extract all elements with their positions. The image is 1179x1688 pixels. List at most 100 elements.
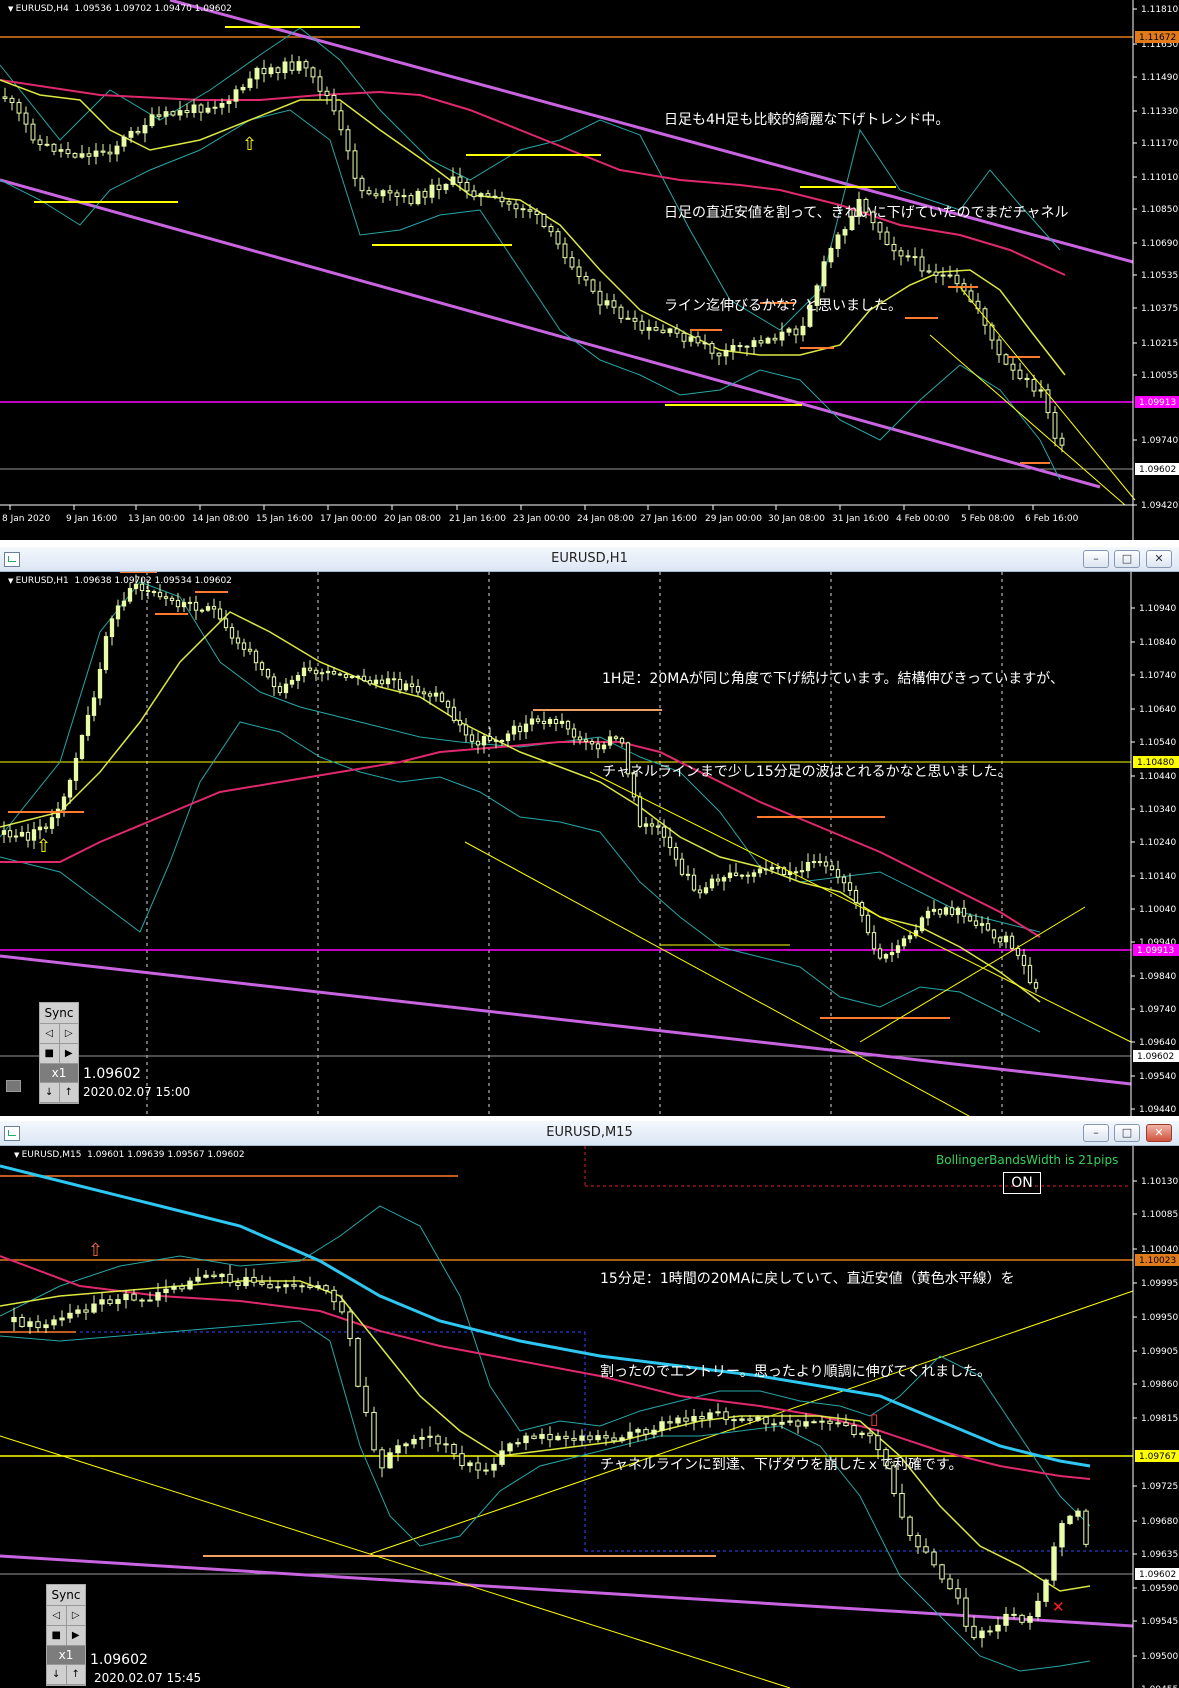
- candle: [131, 1289, 137, 1302]
- candle: [559, 713, 565, 728]
- h4-price-label: 1.10690: [1141, 239, 1178, 249]
- h1-price-label: 1.09640: [1139, 1038, 1176, 1048]
- candle: [147, 1291, 153, 1302]
- minimize-button[interactable]: –: [1083, 550, 1109, 568]
- candle: [121, 592, 127, 611]
- h4-price-label: 1.10535: [1141, 271, 1178, 281]
- m15-note-line: 15分足：1時間の20MAに戻していて、直近安値（黄色水平線）を: [600, 1271, 1015, 1287]
- candle: [115, 599, 121, 627]
- h4-price-tag-label: 1.09913: [1139, 398, 1176, 408]
- candle: [303, 59, 309, 78]
- stop-icon[interactable]: ■: [47, 1626, 67, 1645]
- candle: [324, 86, 330, 105]
- maximize-button[interactable]: □: [1114, 1124, 1140, 1142]
- arrow-down-icon[interactable]: ↓: [47, 1665, 67, 1684]
- arrow-up-icon[interactable]: ↑: [59, 1083, 78, 1102]
- m15-window-titlebar[interactable]: EURUSD,M15 – □ ✕: [0, 1121, 1179, 1146]
- candle: [1075, 1508, 1081, 1521]
- candle: [499, 191, 505, 208]
- stop-icon[interactable]: ■: [40, 1044, 60, 1063]
- m15-chart-header: EURUSD,M15 1.09601 1.09639 1.09567 1.096…: [14, 1150, 245, 1160]
- candle: [395, 1439, 401, 1462]
- candle: [1009, 932, 1015, 951]
- h1-window-titlebar[interactable]: EURUSD,H1 – □ ✕: [0, 547, 1179, 572]
- maximize-button[interactable]: □: [1114, 550, 1140, 568]
- step-back-icon[interactable]: ◁: [47, 1606, 67, 1625]
- m15-price-label: 1.09995: [1141, 1279, 1178, 1289]
- up-arrow-icon: ⇧: [242, 134, 257, 155]
- candle: [275, 1280, 281, 1293]
- candle: [275, 66, 281, 81]
- candle: [775, 862, 781, 873]
- candle: [307, 1276, 313, 1290]
- h4-price-label: 1.11810: [1141, 5, 1178, 15]
- speed-button[interactable]: x1: [40, 1064, 78, 1083]
- h4-chart-header: EURUSD,H4 1.09536 1.09702 1.09470 1.0960…: [8, 4, 232, 14]
- candle: [100, 144, 106, 156]
- candle: [181, 598, 187, 613]
- candle: [366, 186, 372, 196]
- m15-chart-panel[interactable]: ⇧ ▯ ✕ 1.10130 1.10085 1.10040 1.09995 1.09950 1.…: [0, 1146, 1179, 1688]
- h1-sync-panel[interactable]: Sync ◁ ▷ ■ ▶ x1 ↓ ↑: [39, 1002, 79, 1104]
- candle: [323, 1283, 329, 1295]
- candle: [355, 1337, 361, 1388]
- m15-price-label: 1.09635: [1141, 1550, 1178, 1560]
- step-back-icon[interactable]: ◁: [40, 1024, 60, 1043]
- candle: [155, 1282, 161, 1307]
- h1-current-time: 2020.02.07 15:00: [83, 1085, 191, 1099]
- candle: [187, 1277, 193, 1291]
- candle: [1067, 1514, 1073, 1526]
- candle: [13, 828, 19, 842]
- arrow-down-icon[interactable]: ↓: [40, 1083, 60, 1102]
- m15-sync-panel[interactable]: Sync ◁ ▷ ■ ▶ x1 ↓ ↑: [46, 1584, 86, 1686]
- candle: [583, 732, 589, 751]
- close-button[interactable]: ✕: [1146, 1124, 1172, 1142]
- candle: [261, 59, 267, 83]
- candle: [443, 1436, 449, 1453]
- h1-price-tag-label: 1.09602: [1137, 1052, 1174, 1062]
- h1-chart-panel[interactable]: ⇧ 1.10940 1.10840 1.10740 1.10640 1.10540 1.10…: [0, 572, 1179, 1116]
- candle: [841, 874, 847, 893]
- h4-time-label: 15 Jan 16:00: [256, 514, 313, 524]
- candle: [507, 1442, 513, 1454]
- candle: [411, 1434, 417, 1449]
- candle: [226, 95, 232, 113]
- candle: [371, 1406, 377, 1453]
- candle: [135, 126, 141, 136]
- indicator-on-button[interactable]: ON: [1003, 1172, 1041, 1194]
- candle: [703, 882, 709, 895]
- candle: [195, 1268, 201, 1284]
- h1-status-box: [6, 1080, 21, 1092]
- candle: [475, 1455, 481, 1479]
- m15-price-label: 1.09950: [1141, 1313, 1178, 1323]
- close-button[interactable]: ✕: [1146, 550, 1172, 568]
- candle: [247, 641, 253, 655]
- h4-note: 日足も4H足も比較的綺麗な下げトレンド中。 日足の直近安値を割って、きれいに下げ…: [664, 43, 1068, 384]
- candle: [555, 1432, 561, 1441]
- candle: [240, 83, 246, 94]
- candle: [691, 868, 697, 892]
- step-forward-icon[interactable]: ▷: [66, 1606, 85, 1625]
- candle: [16, 98, 22, 122]
- candle: [721, 875, 727, 891]
- h1-price-label: 1.10340: [1139, 805, 1176, 815]
- sync-button[interactable]: Sync: [40, 1003, 78, 1024]
- minimize-button[interactable]: –: [1083, 1124, 1109, 1142]
- candle: [114, 140, 120, 162]
- h4-price-label: 1.10850: [1141, 205, 1178, 215]
- candle: [971, 1616, 977, 1641]
- speed-button[interactable]: x1: [47, 1646, 85, 1665]
- h4-chart-panel[interactable]: ⇧ 1.11810 1.11650 1.11490 1.11330 1.11170 1.11…: [0, 0, 1179, 540]
- candle: [625, 310, 631, 320]
- play-icon[interactable]: ▶: [59, 1044, 78, 1063]
- arrow-up-icon[interactable]: ↑: [66, 1665, 85, 1684]
- sync-button[interactable]: Sync: [47, 1585, 85, 1606]
- step-forward-icon[interactable]: ▷: [59, 1024, 78, 1043]
- play-icon[interactable]: ▶: [66, 1626, 85, 1645]
- candle: [387, 185, 393, 201]
- candle: [233, 85, 239, 109]
- candle: [457, 167, 463, 192]
- candle: [883, 952, 889, 963]
- candle: [979, 1627, 985, 1648]
- h1-note: 1H足：20MAが同じ角度で下げ続けています。結構伸びきっていますが、 チャネル…: [602, 602, 1064, 850]
